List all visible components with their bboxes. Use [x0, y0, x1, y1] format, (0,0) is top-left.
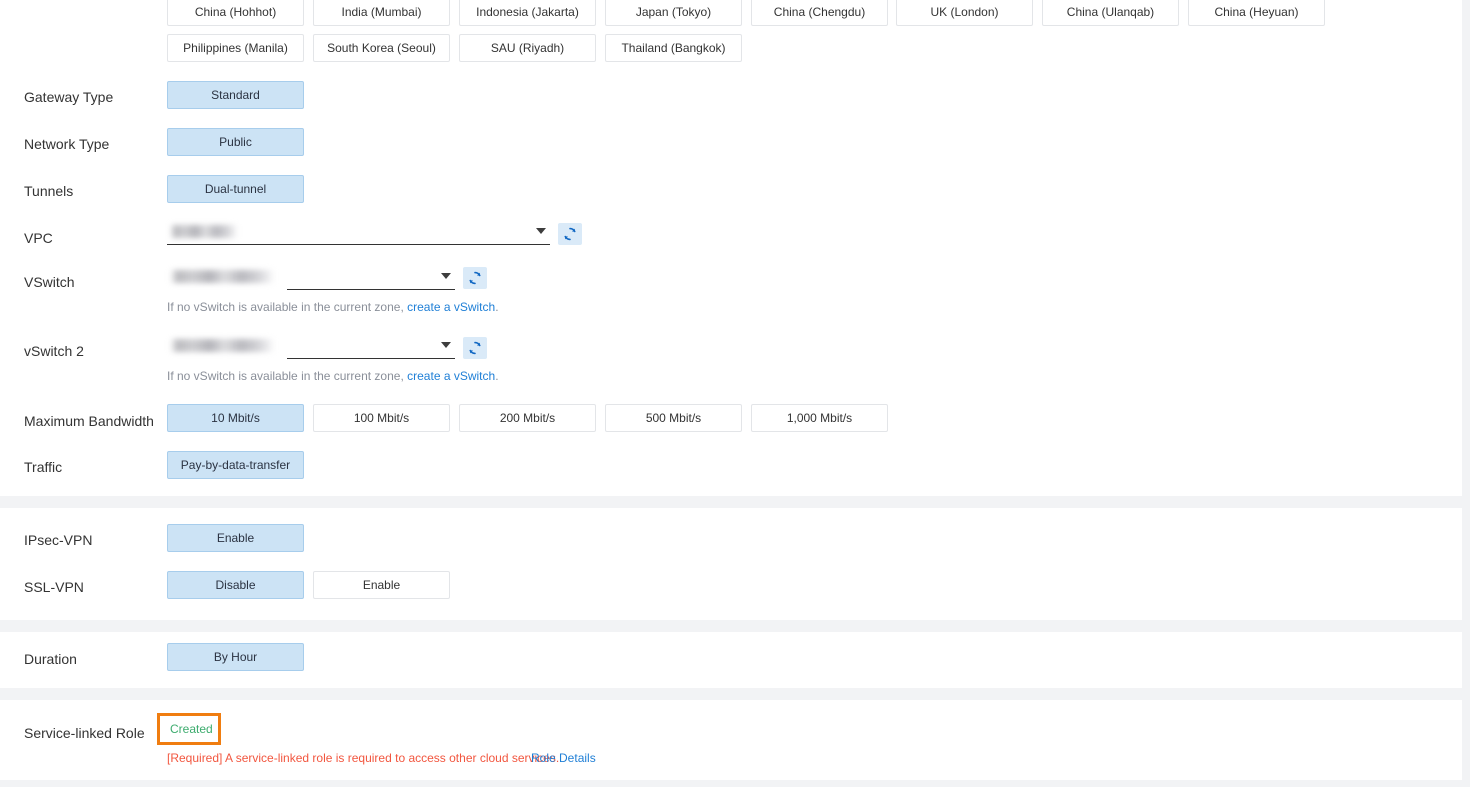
vswitch2-value-redacted — [170, 339, 275, 352]
vpn-features-section: IPsec-VPN Enable SSL-VPN Disable Enable — [0, 508, 1462, 620]
duration-section: Duration By Hour — [0, 632, 1462, 688]
vswitch-label: VSwitch — [24, 274, 75, 290]
vswitch-helper-suffix: . — [495, 300, 499, 314]
vswitch2-helper-text: If no vSwitch is available in the curren… — [167, 369, 499, 383]
duration-option-by-hour[interactable]: By Hour — [167, 643, 304, 671]
region-option[interactable]: Indonesia (Jakarta) — [459, 0, 596, 26]
vswitch2-helper-suffix: . — [495, 369, 499, 383]
service-linked-role-label: Service-linked Role — [24, 725, 145, 741]
region-option[interactable]: Philippines (Manila) — [167, 34, 304, 62]
purchase-page: China (Hohhot) India (Mumbai) Indonesia … — [0, 0, 1470, 787]
vswitch-value-redacted — [170, 270, 275, 283]
gateway-type-label: Gateway Type — [24, 89, 114, 105]
service-linked-role-status: Created — [170, 722, 213, 736]
duration-label: Duration — [24, 651, 77, 667]
refresh-icon — [469, 271, 481, 285]
vpc-refresh-button[interactable] — [558, 223, 582, 245]
vpc-label: VPC — [24, 230, 53, 246]
page-right-edge — [1462, 0, 1470, 787]
vswitch2-refresh-button[interactable] — [463, 337, 487, 359]
bandwidth-option[interactable]: 10 Mbit/s — [167, 404, 304, 432]
vswitch-refresh-button[interactable] — [463, 267, 487, 289]
vswitch-helper-prefix: If no vSwitch is available in the curren… — [167, 300, 404, 314]
service-linked-role-warning: [Required] A service-linked role is requ… — [167, 751, 560, 765]
maximum-bandwidth-label: Maximum Bandwidth — [24, 413, 154, 429]
chevron-down-icon — [441, 273, 451, 279]
vswitch-helper-text: If no vSwitch is available in the curren… — [167, 300, 499, 314]
vswitch-select[interactable] — [287, 264, 455, 290]
region-option[interactable]: South Korea (Seoul) — [313, 34, 450, 62]
basic-config-section: China (Hohhot) India (Mumbai) Indonesia … — [0, 0, 1462, 496]
ssl-vpn-label: SSL-VPN — [24, 579, 84, 595]
network-type-option-public[interactable]: Public — [167, 128, 304, 156]
create-vswitch-link-2[interactable]: create a vSwitch — [407, 369, 495, 383]
role-details-link[interactable]: Role Details — [531, 751, 596, 765]
region-option[interactable]: China (Hohhot) — [167, 0, 304, 26]
service-linked-role-section: Service-linked Role Created [Required] A… — [0, 700, 1462, 780]
vswitch2-helper-prefix: If no vSwitch is available in the curren… — [167, 369, 404, 383]
tunnels-label: Tunnels — [24, 183, 74, 199]
traffic-label: Traffic — [24, 459, 63, 475]
refresh-icon — [469, 341, 481, 355]
region-option[interactable]: China (Chengdu) — [751, 0, 888, 26]
network-type-label: Network Type — [24, 136, 110, 152]
ipsec-vpn-option-enable[interactable]: Enable — [167, 524, 304, 552]
region-option[interactable]: Japan (Tokyo) — [605, 0, 742, 26]
ssl-vpn-option-enable[interactable]: Enable — [313, 571, 450, 599]
traffic-option-pay-by-data-transfer[interactable]: Pay-by-data-transfer — [167, 451, 304, 479]
vswitch2-select[interactable] — [287, 333, 455, 359]
chevron-down-icon — [536, 228, 546, 234]
gateway-type-option-standard[interactable]: Standard — [167, 81, 304, 109]
region-option[interactable]: UK (London) — [896, 0, 1033, 26]
region-option[interactable]: China (Heyuan) — [1188, 0, 1325, 26]
bandwidth-option[interactable]: 100 Mbit/s — [313, 404, 450, 432]
create-vswitch-link[interactable]: create a vSwitch — [407, 300, 495, 314]
refresh-icon — [564, 227, 576, 241]
region-option[interactable]: China (Ulanqab) — [1042, 0, 1179, 26]
bandwidth-option[interactable]: 500 Mbit/s — [605, 404, 742, 432]
region-option[interactable]: Thailand (Bangkok) — [605, 34, 742, 62]
tunnels-option-dual-tunnel[interactable]: Dual-tunnel — [167, 175, 304, 203]
bandwidth-option[interactable]: 1,000 Mbit/s — [751, 404, 888, 432]
chevron-down-icon — [441, 342, 451, 348]
ssl-vpn-option-disable[interactable]: Disable — [167, 571, 304, 599]
region-option[interactable]: India (Mumbai) — [313, 0, 450, 26]
vpc-select[interactable] — [167, 219, 550, 245]
ipsec-vpn-label: IPsec-VPN — [24, 532, 93, 548]
vswitch2-label: vSwitch 2 — [24, 343, 84, 359]
bandwidth-option[interactable]: 200 Mbit/s — [459, 404, 596, 432]
region-option[interactable]: SAU (Riyadh) — [459, 34, 596, 62]
